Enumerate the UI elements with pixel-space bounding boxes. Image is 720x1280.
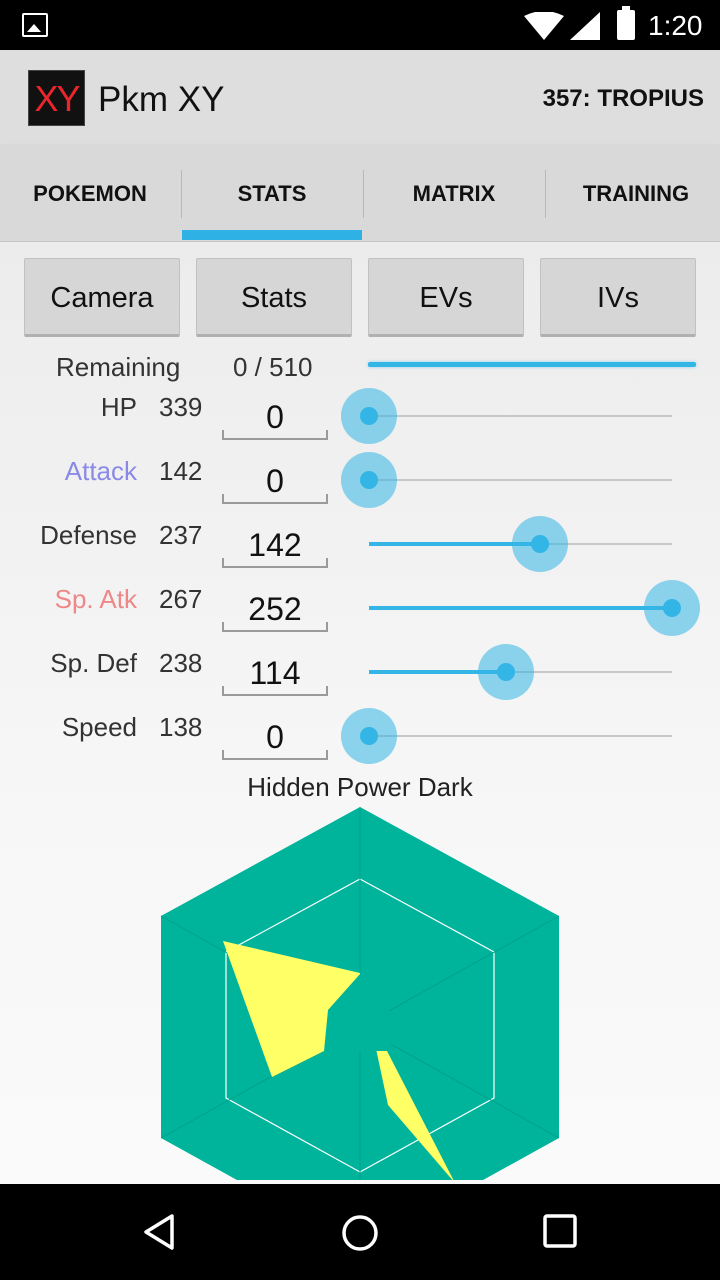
stat-total-value: 142: [159, 456, 203, 486]
ev-input-field[interactable]: 0: [222, 390, 328, 440]
image-notification-icon: [22, 13, 48, 37]
back-icon[interactable]: [142, 1214, 178, 1250]
tab-stats[interactable]: STATS: [182, 144, 362, 242]
status-bar: 1:20: [0, 0, 720, 50]
clock: 1:20: [648, 10, 703, 41]
hidden-power-label: Hidden Power Dark: [247, 772, 473, 802]
stat-name-label: Speed: [61, 712, 137, 742]
ev-input-field[interactable]: 252: [222, 582, 328, 632]
ev-slider-track[interactable]: [369, 479, 672, 481]
app-title: Pkm XY: [98, 80, 225, 119]
ev-slider-track[interactable]: [369, 415, 672, 417]
stat-total-value: 238: [159, 648, 203, 678]
signal-icon: [570, 12, 600, 40]
active-tab-indicator: [182, 230, 362, 240]
selected-pokemon: 357: TROPIUS: [542, 85, 704, 112]
ev-input-field[interactable]: 114: [222, 646, 328, 696]
stat-total-value: 267: [159, 584, 203, 614]
stats-button[interactable]: Stats: [196, 258, 352, 337]
ev-slider-thumb[interactable]: [341, 708, 397, 764]
ev-input-field[interactable]: 0: [222, 710, 328, 760]
stat-total-value: 339: [159, 392, 203, 422]
battery-icon: [617, 6, 635, 40]
action-bar: XY Pkm XY 357: TROPIUS: [0, 50, 720, 144]
ev-input-field[interactable]: 142: [222, 518, 328, 568]
remaining-value: 0 / 510: [233, 352, 313, 382]
remaining-label: Remaining: [56, 352, 181, 382]
stat-total-value: 237: [159, 520, 203, 550]
camera-button[interactable]: Camera: [24, 258, 180, 337]
ev-slider-thumb[interactable]: [341, 452, 397, 508]
home-icon[interactable]: [341, 1214, 379, 1252]
stat-name-label: Attack: [64, 456, 137, 486]
tab-pokemon[interactable]: POKEMON: [0, 144, 180, 242]
ev-slider-track[interactable]: [369, 735, 672, 737]
tab-training[interactable]: TRAINING: [546, 144, 720, 242]
ivs-button[interactable]: IVs: [540, 258, 696, 337]
recents-icon[interactable]: [543, 1214, 577, 1248]
remaining-progress-bar: [368, 362, 696, 367]
ev-slider-fill: [369, 606, 672, 610]
stat-name-label: Defense: [40, 520, 137, 550]
wifi-icon: [524, 12, 564, 40]
tab-matrix[interactable]: MATRIX: [364, 144, 544, 242]
app-logo[interactable]: XY: [28, 70, 85, 126]
ev-input-field[interactable]: 0: [222, 454, 328, 504]
ev-slider-thumb[interactable]: [644, 580, 700, 636]
ev-slider-thumb[interactable]: [478, 644, 535, 700]
stat-name-label: Sp. Atk: [54, 584, 137, 614]
ev-slider-thumb[interactable]: [341, 388, 397, 444]
navigation-bar: [0, 1184, 720, 1280]
stat-name-label: Sp. Def: [50, 648, 137, 678]
evs-button[interactable]: EVs: [368, 258, 524, 337]
stat-total-value: 138: [159, 712, 203, 742]
stat-radar-chart: [160, 807, 560, 1180]
stat-name-label: HP: [100, 392, 137, 422]
ev-slider-thumb[interactable]: [511, 516, 568, 572]
tab-bar: POKEMON STATS MATRIX TRAINING: [0, 144, 720, 242]
ev-slider-track[interactable]: [369, 606, 672, 610]
